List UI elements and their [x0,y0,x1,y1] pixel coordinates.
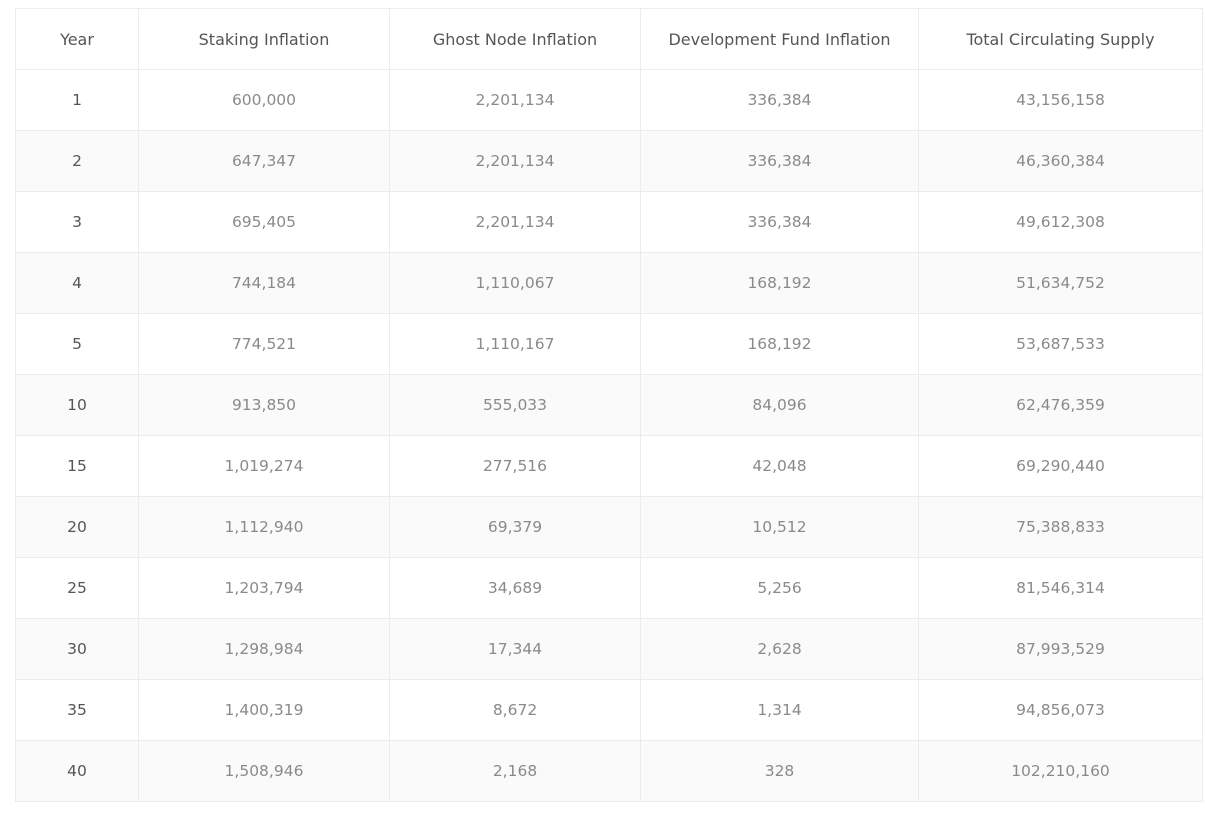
table-row: 30 1,298,984 17,344 2,628 87,993,529 [15,618,1203,680]
cell-total-circulating-supply: 49,612,308 [918,191,1203,253]
cell-year: 35 [15,679,139,741]
cell-ghost-node-inflation: 1,110,167 [389,313,641,375]
cell-development-fund-inflation: 1,314 [640,679,919,741]
cell-year: 40 [15,740,139,802]
cell-ghost-node-inflation: 555,033 [389,374,641,436]
cell-total-circulating-supply: 51,634,752 [918,252,1203,314]
cell-year: 3 [15,191,139,253]
cell-ghost-node-inflation: 69,379 [389,496,641,558]
cell-staking-inflation: 1,019,274 [138,435,390,497]
table-body: 1 600,000 2,201,134 336,384 43,156,158 2 647,3… [15,69,1203,802]
cell-year: 2 [15,130,139,192]
cell-year: 5 [15,313,139,375]
cell-total-circulating-supply: 69,290,440 [918,435,1203,497]
cell-year: 10 [15,374,139,436]
cell-ghost-node-inflation: 34,689 [389,557,641,619]
header-development-fund-inflation: Development Fund Inflation [640,8,919,70]
cell-staking-inflation: 1,203,794 [138,557,390,619]
table-row: 5 774,521 1,110,167 168,192 53,687,533 [15,313,1203,375]
cell-ghost-node-inflation: 2,201,134 [389,130,641,192]
cell-ghost-node-inflation: 1,110,067 [389,252,641,314]
cell-ghost-node-inflation: 2,201,134 [389,191,641,253]
cell-development-fund-inflation: 2,628 [640,618,919,680]
cell-year: 4 [15,252,139,314]
cell-total-circulating-supply: 46,360,384 [918,130,1203,192]
cell-development-fund-inflation: 336,384 [640,130,919,192]
header-row: Year Staking Inflation Ghost Node Inflat… [15,8,1203,70]
header-year: Year [15,8,139,70]
cell-development-fund-inflation: 10,512 [640,496,919,558]
table-row: 2 647,347 2,201,134 336,384 46,360,384 [15,130,1203,192]
cell-year: 30 [15,618,139,680]
cell-development-fund-inflation: 336,384 [640,191,919,253]
cell-staking-inflation: 1,112,940 [138,496,390,558]
cell-ghost-node-inflation: 17,344 [389,618,641,680]
cell-total-circulating-supply: 43,156,158 [918,69,1203,131]
cell-staking-inflation: 695,405 [138,191,390,253]
cell-staking-inflation: 774,521 [138,313,390,375]
cell-staking-inflation: 1,298,984 [138,618,390,680]
cell-total-circulating-supply: 87,993,529 [918,618,1203,680]
table-row: 4 744,184 1,110,067 168,192 51,634,752 [15,252,1203,314]
cell-ghost-node-inflation: 2,168 [389,740,641,802]
cell-total-circulating-supply: 62,476,359 [918,374,1203,436]
cell-staking-inflation: 1,400,319 [138,679,390,741]
cell-total-circulating-supply: 81,546,314 [918,557,1203,619]
cell-development-fund-inflation: 84,096 [640,374,919,436]
cell-year: 20 [15,496,139,558]
cell-staking-inflation: 647,347 [138,130,390,192]
table-row: 40 1,508,946 2,168 328 102,210,160 [15,740,1203,802]
table-row: 3 695,405 2,201,134 336,384 49,612,308 [15,191,1203,253]
table-row: 20 1,112,940 69,379 10,512 75,388,833 [15,496,1203,558]
cell-staking-inflation: 600,000 [138,69,390,131]
cell-year: 15 [15,435,139,497]
cell-staking-inflation: 744,184 [138,252,390,314]
cell-ghost-node-inflation: 2,201,134 [389,69,641,131]
cell-total-circulating-supply: 94,856,073 [918,679,1203,741]
cell-development-fund-inflation: 168,192 [640,252,919,314]
header-ghost-node-inflation: Ghost Node Inflation [389,8,641,70]
table-row: 25 1,203,794 34,689 5,256 81,546,314 [15,557,1203,619]
cell-development-fund-inflation: 42,048 [640,435,919,497]
header-staking-inflation: Staking Inflation [138,8,390,70]
cell-staking-inflation: 913,850 [138,374,390,436]
cell-year: 25 [15,557,139,619]
cell-year: 1 [15,69,139,131]
cell-total-circulating-supply: 75,388,833 [918,496,1203,558]
header-total-circulating-supply: Total Circulating Supply [918,8,1203,70]
cell-development-fund-inflation: 328 [640,740,919,802]
table-header: Year Staking Inflation Ghost Node Inflat… [15,8,1203,70]
table-row: 1 600,000 2,201,134 336,384 43,156,158 [15,69,1203,131]
cell-ghost-node-inflation: 277,516 [389,435,641,497]
cell-development-fund-inflation: 5,256 [640,557,919,619]
table-row: 10 913,850 555,033 84,096 62,476,359 [15,374,1203,436]
inflation-table-container: Year Staking Inflation Ghost Node Inflat… [15,8,1203,802]
cell-staking-inflation: 1,508,946 [138,740,390,802]
cell-development-fund-inflation: 336,384 [640,69,919,131]
cell-ghost-node-inflation: 8,672 [389,679,641,741]
inflation-table: Year Staking Inflation Ghost Node Inflat… [15,8,1203,802]
table-row: 15 1,019,274 277,516 42,048 69,290,440 [15,435,1203,497]
cell-total-circulating-supply: 53,687,533 [918,313,1203,375]
cell-development-fund-inflation: 168,192 [640,313,919,375]
cell-total-circulating-supply: 102,210,160 [918,740,1203,802]
table-row: 35 1,400,319 8,672 1,314 94,856,073 [15,679,1203,741]
